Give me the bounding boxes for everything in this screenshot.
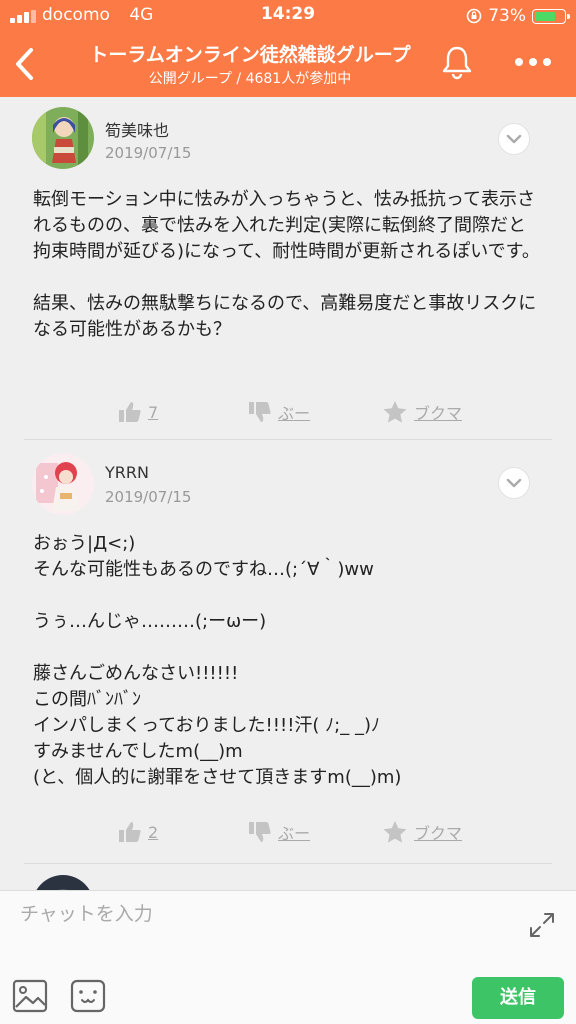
- more-options-icon[interactable]: [513, 54, 553, 70]
- expand-icon[interactable]: [528, 911, 556, 939]
- post-item: 筍美味也 2019/07/15 転倒モーション中に怯みが入っちゃうと、怯み抵抗っ…: [24, 107, 552, 440]
- thumbs-up-icon: [119, 822, 141, 842]
- dislike-button[interactable]: ぶー: [248, 817, 310, 847]
- nav-bar: トーラムオンライン徒然雑談グループ 公開グループ / 4681人が参加中: [0, 32, 576, 97]
- thumbs-down-icon: [249, 402, 271, 422]
- avatar[interactable]: [32, 107, 94, 169]
- like-button[interactable]: 2: [118, 817, 158, 847]
- post-actions: 7 ぶー ブクマ: [24, 397, 552, 427]
- emoji-icon[interactable]: [70, 979, 106, 1013]
- like-button[interactable]: 7: [118, 397, 158, 427]
- post-author[interactable]: YRRN: [105, 463, 149, 482]
- post-actions: 2 ぶー ブクマ: [24, 817, 552, 847]
- rotation-lock-icon: [466, 8, 482, 24]
- battery-percent: 73%: [488, 6, 526, 26]
- thumbs-down-icon: [249, 822, 271, 842]
- post-divider: [24, 439, 552, 440]
- group-title: トーラムオンライン徒然雑談グループ: [89, 44, 411, 66]
- status-right: 73%: [466, 5, 570, 27]
- post-date: 2019/07/15: [105, 144, 192, 162]
- chevron-down-icon: [506, 134, 522, 144]
- bookmark-label: ブクマ: [414, 824, 463, 843]
- app-header: docomo 4G 14:29 73% トーラムオンライン徒然雑談グループ 公開…: [0, 0, 576, 97]
- post-date: 2019/07/15: [105, 488, 192, 506]
- bookmark-button[interactable]: ブクマ: [382, 817, 462, 847]
- post-feed[interactable]: 筍美味也 2019/07/15 転倒モーション中に怯みが入っちゃうと、怯み抵抗っ…: [0, 97, 576, 890]
- image-icon[interactable]: [12, 979, 48, 1013]
- like-count: 2: [148, 822, 159, 842]
- group-subtitle: 公開グループ / 4681人が参加中: [148, 71, 352, 87]
- bell-icon[interactable]: [440, 44, 474, 80]
- post-item: YRRN 2019/07/15 おぉう|Д<;) そんな可能性もあるのですね…(…: [24, 453, 552, 864]
- chevron-down-icon: [506, 478, 522, 488]
- back-icon[interactable]: [10, 44, 40, 84]
- avatar[interactable]: [32, 453, 94, 515]
- thumbs-up-icon: [119, 402, 141, 422]
- post-menu-button[interactable]: [498, 467, 530, 499]
- bookmark-button[interactable]: ブクマ: [382, 397, 462, 427]
- send-button[interactable]: 送信: [472, 977, 564, 1019]
- chat-input[interactable]: [20, 903, 500, 925]
- dislike-button[interactable]: ぶー: [248, 397, 310, 427]
- star-icon: [383, 821, 407, 843]
- battery-icon: [532, 8, 570, 24]
- like-count: 7: [148, 402, 159, 422]
- dislike-label: ぶー: [278, 404, 311, 423]
- post-author[interactable]: 筍美味也: [105, 117, 169, 141]
- post-body: おぉう|Д<;) そんな可能性もあるのですね…(;´∀｀)ww うぅ…んじゃ………: [33, 533, 402, 788]
- post-divider: [24, 863, 552, 864]
- dislike-label: ぶー: [278, 824, 311, 843]
- bookmark-label: ブクマ: [414, 404, 463, 423]
- post-body: 転倒モーション中に怯みが入っちゃうと、怯み抵抗って表示されるものの、裏で怯みを入…: [33, 189, 540, 340]
- avatar[interactable]: [32, 875, 94, 890]
- star-icon: [383, 401, 407, 423]
- post-menu-button[interactable]: [498, 123, 530, 155]
- battery-level: [535, 11, 555, 21]
- chat-composer: 送信: [0, 890, 576, 1024]
- status-bar: docomo 4G 14:29 73%: [0, 0, 576, 32]
